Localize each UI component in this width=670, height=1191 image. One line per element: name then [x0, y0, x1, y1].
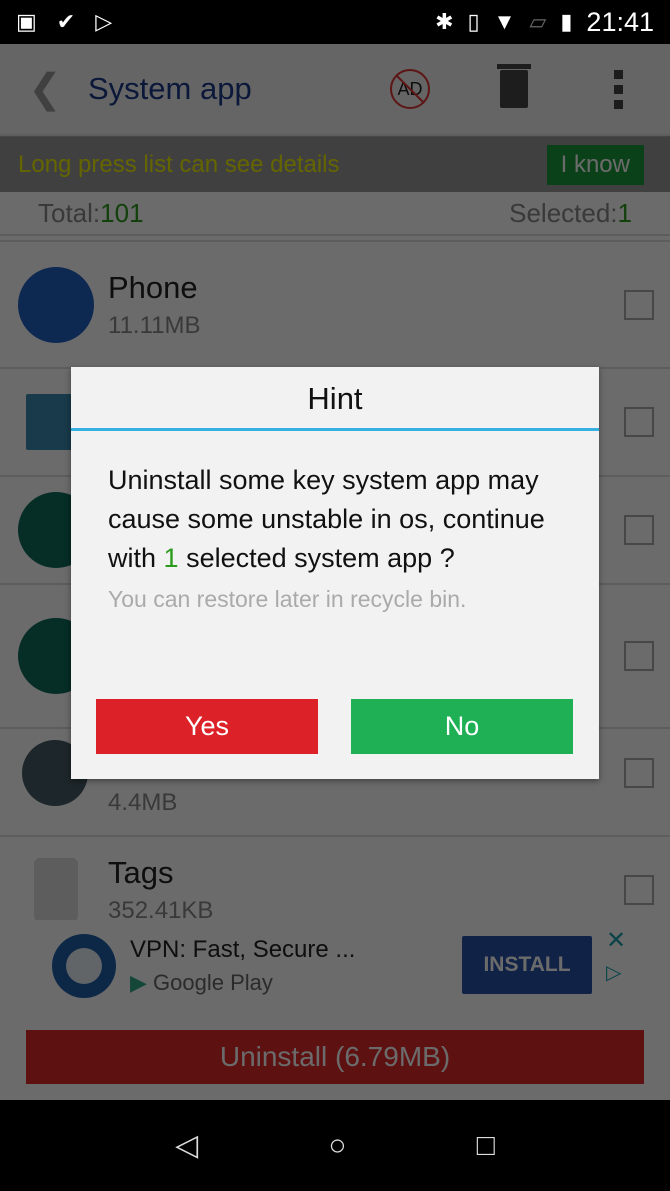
ad-banner[interactable]: VPN: Fast, Secure ... ▶ Google Play INSTA… — [0, 920, 670, 1012]
back-nav-icon[interactable]: ◁ — [175, 1128, 198, 1163]
dialog-subtext: You can restore later in recycle bin. — [108, 586, 467, 612]
app-name: Tags — [108, 854, 174, 890]
total-label: Total: — [38, 197, 101, 228]
ad-title: VPN: Fast, Secure ... — [130, 936, 356, 963]
banner-text: Long press list can see details — [18, 150, 340, 178]
selected-label: Selected: — [509, 197, 618, 228]
selected-count-highlight: 1 — [163, 543, 179, 573]
page-title: System app — [88, 71, 252, 106]
selected-count: 1 — [617, 197, 632, 228]
list-item[interactable]: Phone 11.11MB — [0, 242, 670, 369]
hint-dialog: Hint Uninstall some key system app may c… — [71, 367, 599, 779]
close-ad-icon[interactable]: ✕ — [606, 926, 626, 955]
recents-nav-icon[interactable]: □ — [477, 1129, 495, 1163]
recycle-bin-button[interactable] — [484, 64, 544, 108]
bluetooth-icon: ✱ — [435, 9, 454, 34]
recycle-bin-icon — [497, 64, 531, 108]
select-checkbox[interactable] — [624, 641, 654, 671]
select-checkbox[interactable] — [624, 407, 654, 437]
app-size: 11.11MB — [108, 311, 201, 339]
no-sim-icon: ▱ — [529, 9, 547, 34]
play-logo-icon: ▶ — [130, 970, 147, 995]
i-know-button[interactable]: I know — [546, 144, 644, 185]
store-name: Google Play — [153, 970, 273, 995]
total-count: 101 — [100, 197, 144, 228]
status-bar: ▣ ✔ ▷ ✱ ▯ ▼ ▱ ▮ 21:41 — [0, 0, 670, 44]
no-button[interactable]: No — [351, 699, 573, 754]
battery-icon: ▮ — [560, 9, 573, 34]
no-ad-button[interactable]: AD — [380, 69, 440, 109]
app-icon — [26, 394, 76, 450]
dialog-message: Uninstall some key system app may cause … — [108, 465, 545, 573]
navigation-bar: ◁ ○ □ — [0, 1100, 670, 1191]
vpn-app-icon — [52, 934, 116, 998]
ad-choices-icon[interactable]: ▷ — [606, 960, 621, 985]
select-checkbox[interactable] — [624, 758, 654, 788]
hint-banner: Long press list can see details I know — [0, 136, 670, 192]
yes-button[interactable]: Yes — [96, 699, 318, 754]
app-size: 4.4MB — [108, 789, 178, 816]
app-name: Phone — [108, 269, 198, 305]
totals-bar: Total: 101 Selected: 1 — [0, 192, 670, 236]
select-checkbox[interactable] — [624, 515, 654, 545]
phone-app-icon — [18, 266, 94, 343]
clock: 21:41 — [586, 6, 654, 37]
play-store-icon: ▷ — [95, 9, 113, 34]
select-checkbox[interactable] — [624, 874, 654, 905]
back-button[interactable]: ❮ — [0, 66, 70, 112]
dialog-title: Hint — [71, 367, 599, 431]
check-flag-icon: ✔ — [56, 9, 76, 34]
no-ad-icon: AD — [390, 69, 430, 109]
nfc-tag-icon — [34, 857, 78, 922]
toolbar: ❮ System app AD — [0, 44, 670, 136]
more-menu-button[interactable] — [588, 69, 648, 109]
ad-install-button[interactable]: INSTALL — [462, 936, 592, 994]
uninstall-button[interactable]: Uninstall (6.79MB) — [26, 1030, 644, 1084]
more-vert-icon — [588, 69, 648, 109]
vibrate-icon: ▯ — [467, 9, 480, 34]
image-icon: ▣ — [16, 9, 37, 34]
home-nav-icon[interactable]: ○ — [328, 1129, 346, 1163]
select-checkbox[interactable] — [624, 289, 654, 320]
google-play-label: ▶ Google Play — [130, 970, 355, 996]
wifi-icon: ▼ — [493, 9, 516, 34]
